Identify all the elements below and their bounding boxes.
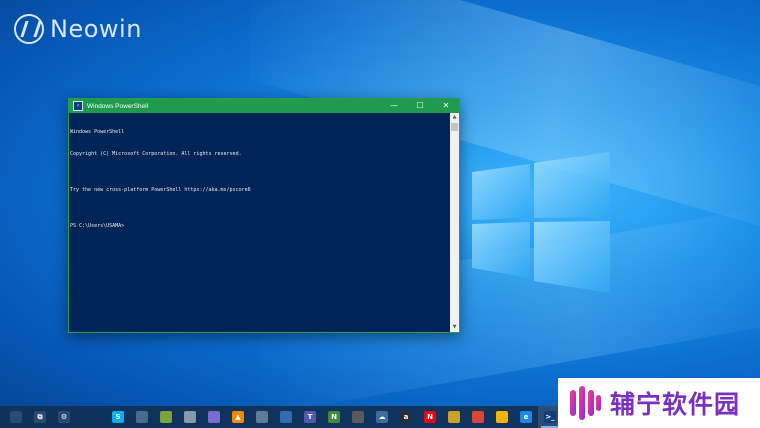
console-area[interactable]: Windows PowerShell Copyright (C) Microso… [69, 113, 459, 332]
powershell-taskbar-icon: >_ [544, 411, 556, 423]
netflix-icon: N [424, 411, 436, 423]
taskbar-button[interactable]: a [394, 406, 418, 428]
taskbar-button[interactable]: T [298, 406, 322, 428]
storage-icon [184, 411, 196, 423]
task-view-icon: ⧉ [34, 411, 46, 423]
taskbar-button[interactable] [4, 406, 28, 428]
site-logo-icon [570, 386, 601, 420]
taskbar-button[interactable] [154, 406, 178, 428]
taskbar-button[interactable]: ⚙ [52, 406, 76, 428]
chrome-canary-icon [496, 411, 508, 423]
calculator-icon [352, 411, 364, 423]
app-icon-r [448, 411, 460, 423]
taskbar-button[interactable]: ▲ [226, 406, 250, 428]
chrome-icon [472, 411, 484, 423]
amazon-icon: a [400, 411, 412, 423]
console-line: Copyright (C) Microsoft Corporation. All… [70, 151, 242, 158]
taskbar-button[interactable] [250, 406, 274, 428]
windows-logo-wallpaper [472, 152, 610, 293]
neowin-logo-icon [14, 14, 44, 44]
window-title: Windows PowerShell [87, 102, 149, 110]
app-icon-e [208, 411, 220, 423]
weather-icon: ☁ [376, 411, 388, 423]
taskbar-button[interactable] [490, 406, 514, 428]
settings-gear-icon: ⚙ [58, 411, 70, 423]
site-watermark-badge: 辅宁软件园 [558, 378, 760, 428]
taskbar-button[interactable]: ⧉ [28, 406, 52, 428]
taskbar-button[interactable] [346, 406, 370, 428]
vertical-scrollbar[interactable]: ▲ ▼ [450, 113, 459, 332]
console-output[interactable]: Windows PowerShell Copyright (C) Microso… [70, 115, 448, 245]
taskbar-button[interactable]: S [106, 406, 130, 428]
window-controls: — ☐ ✕ [381, 99, 459, 113]
teams-icon: T [304, 411, 316, 423]
site-watermark-text: 辅宁软件园 [610, 390, 741, 419]
powershell-window[interactable]: › Windows PowerShell — ☐ ✕ Windows Power… [68, 98, 460, 333]
window-titlebar[interactable]: › Windows PowerShell — ☐ ✕ [69, 99, 459, 113]
taskbar-button[interactable] [466, 406, 490, 428]
onenote-icon: N [328, 411, 340, 423]
console-line: Windows PowerShell [70, 129, 125, 136]
minimize-button[interactable]: — [381, 99, 407, 113]
edge-icon: e [520, 411, 532, 423]
taskbar-button[interactable] [442, 406, 466, 428]
maximize-button[interactable]: ☐ [407, 99, 433, 113]
scroll-down-arrow-icon[interactable]: ▼ [450, 323, 459, 332]
vlc-icon: ▲ [232, 411, 244, 423]
cortana-search-icon [10, 411, 22, 423]
taskbar-button[interactable]: N [322, 406, 346, 428]
photos-icon [280, 411, 292, 423]
taskbar-button[interactable] [274, 406, 298, 428]
taskbar-button[interactable]: ☁ [370, 406, 394, 428]
close-button[interactable]: ✕ [433, 99, 459, 113]
taskbar-button[interactable]: e [514, 406, 538, 428]
scrollbar-thumb[interactable] [451, 123, 458, 131]
taskbar-button[interactable] [130, 406, 154, 428]
console-line: Try the new cross-platform PowerShell ht… [70, 187, 251, 194]
taskbar-button[interactable] [202, 406, 226, 428]
console-prompt[interactable]: PS C:\Users\USAMA> [70, 223, 448, 230]
powershell-icon: › [73, 101, 83, 111]
app-icon-g [256, 411, 268, 423]
taskbar-button[interactable]: N [418, 406, 442, 428]
scroll-up-arrow-icon[interactable]: ▲ [450, 113, 459, 122]
neowin-watermark: Neowin [14, 14, 142, 44]
neowin-wordmark: Neowin [50, 15, 142, 43]
app-icon-b [136, 411, 148, 423]
skype-icon: S [112, 411, 124, 423]
app-icon-c [160, 411, 172, 423]
taskbar-button[interactable] [178, 406, 202, 428]
